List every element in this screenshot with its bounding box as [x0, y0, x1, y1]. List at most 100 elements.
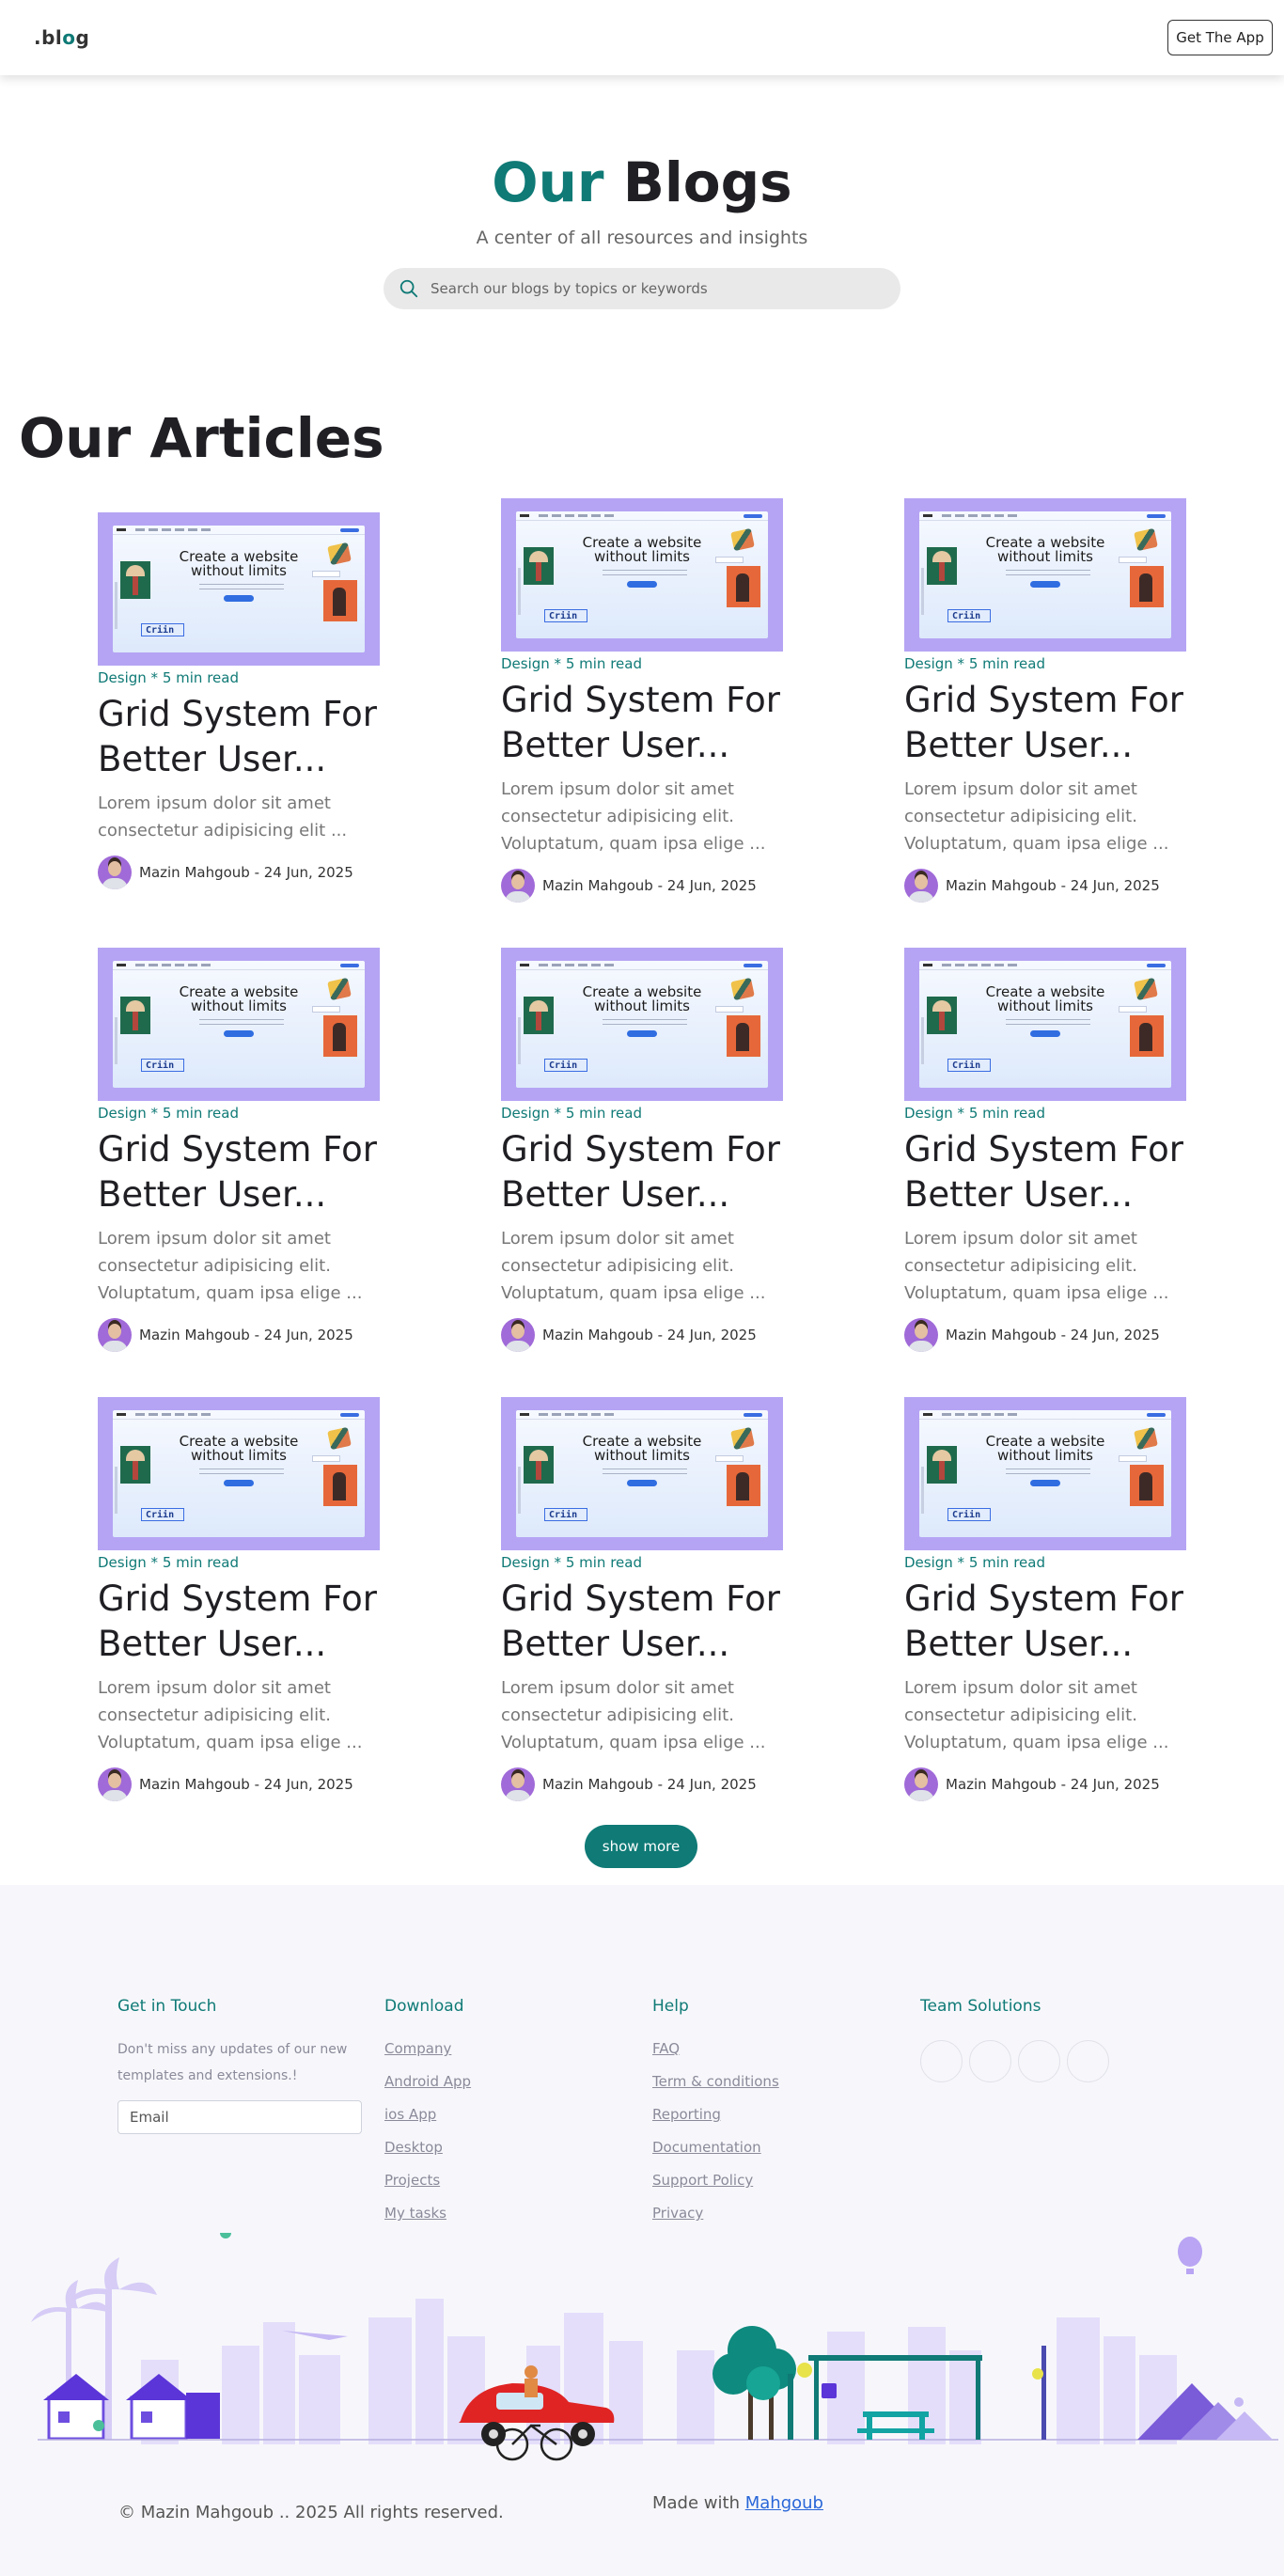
- thumbnail-divider: [518, 568, 521, 615]
- article-category[interactable]: Design * 5 min read: [904, 655, 1186, 672]
- social-icon[interactable]: [1067, 2040, 1109, 2082]
- article-card[interactable]: Create a website without limits Criin Desi…: [904, 1397, 1186, 1801]
- article-card[interactable]: Create a website without limits Criin Desi…: [501, 948, 783, 1352]
- avatar: [98, 1318, 132, 1352]
- made-with-prefix: Made with: [652, 2493, 740, 2513]
- article-category[interactable]: Design * 5 min read: [501, 655, 783, 672]
- thumbnail-image: [927, 1446, 957, 1484]
- author-date: Mazin Mahgoub - 24 Jun, 2025: [139, 1776, 353, 1793]
- article-title[interactable]: Grid System For Better User...: [904, 1127, 1186, 1217]
- article-thumbnail[interactable]: Create a website without limits Criin: [501, 498, 783, 652]
- thumbnail-portrait: [1130, 1015, 1164, 1057]
- logo[interactable]: .blog: [34, 26, 89, 49]
- article-thumbnail[interactable]: Create a website without limits Criin: [98, 1397, 380, 1550]
- thumbnail-tiles: [1134, 1426, 1158, 1451]
- article-card[interactable]: Create a website without limits Criin Desi…: [904, 948, 1186, 1352]
- article-thumbnail[interactable]: Create a website without limits Criin: [98, 512, 380, 666]
- download-link[interactable]: Desktop: [384, 2139, 471, 2172]
- article-thumbnail[interactable]: Create a website without limits Criin: [904, 498, 1186, 652]
- avatar: [501, 1318, 535, 1352]
- help-link[interactable]: Support Policy: [652, 2172, 779, 2205]
- show-more-button[interactable]: show more: [585, 1825, 697, 1868]
- author-date: Mazin Mahgoub - 24 Jun, 2025: [542, 877, 757, 894]
- article-category[interactable]: Design * 5 min read: [98, 1554, 380, 1571]
- download-link[interactable]: Company: [384, 2040, 471, 2073]
- article-card[interactable]: Create a website without limits Criin Desi…: [904, 498, 1186, 903]
- article-author: Mazin Mahgoub - 24 Jun, 2025: [501, 1318, 783, 1352]
- thumbnail-badge-text: Criin: [549, 1510, 578, 1520]
- thumbnail-tag: [1119, 557, 1147, 563]
- social-icon[interactable]: [920, 2040, 963, 2082]
- thumbnail-headline: Create a website without limits: [179, 983, 299, 1014]
- newsletter-text: Don't miss any updates of our new templa…: [117, 2042, 348, 2083]
- article-card[interactable]: Create a website without limits Criin Desi…: [98, 1397, 380, 1801]
- article-category[interactable]: Design * 5 min read: [904, 1105, 1186, 1122]
- search-input[interactable]: Search our blogs by topics or keywords: [384, 268, 900, 309]
- article-thumbnail[interactable]: Create a website without limits Criin: [904, 948, 1186, 1101]
- article-card[interactable]: Create a website without limits Criin Desi…: [98, 948, 380, 1352]
- thumbnail-tag: [1119, 1455, 1147, 1462]
- page-title: Our Blogs: [0, 150, 1284, 214]
- download-link[interactable]: ios App: [384, 2106, 471, 2139]
- article-title[interactable]: Grid System For Better User...: [501, 678, 783, 768]
- social-icon[interactable]: [969, 2040, 1011, 2082]
- article-category[interactable]: Design * 5 min read: [501, 1105, 783, 1122]
- article-category[interactable]: Design * 5 min read: [904, 1554, 1186, 1571]
- article-thumbnail[interactable]: Create a website without limits Criin: [904, 1397, 1186, 1550]
- logo-suffix: g: [75, 26, 90, 49]
- website-screenshot: Create a website without limits Criin: [919, 1410, 1171, 1537]
- thumbnail-text-lines: [603, 570, 687, 575]
- help-link[interactable]: Reporting: [652, 2106, 779, 2139]
- article-card[interactable]: Create a website without limits Criin Desi…: [98, 512, 380, 889]
- article-category[interactable]: Design * 5 min read: [501, 1554, 783, 1571]
- thumbnail-tiles: [327, 1426, 352, 1451]
- thumbnail-portrait: [323, 580, 357, 621]
- article-category[interactable]: Design * 5 min read: [98, 1105, 380, 1122]
- help-link[interactable]: FAQ: [652, 2040, 779, 2073]
- author-link[interactable]: Mahgoub: [745, 2493, 823, 2513]
- article-card[interactable]: Create a website without limits Criin Desi…: [501, 1397, 783, 1801]
- thumbnail-badge-text: Criin: [146, 1060, 175, 1071]
- get-the-app-button[interactable]: Get The App: [1167, 20, 1273, 55]
- thumbnail-text-lines: [199, 1469, 284, 1474]
- thumbnail-nav: [113, 961, 365, 970]
- article-title[interactable]: Grid System For Better User...: [501, 1577, 783, 1667]
- email-field[interactable]: Email: [117, 2100, 362, 2134]
- thumbnail-text-lines: [199, 1019, 284, 1025]
- thumbnail-badge-text: Criin: [549, 1060, 578, 1071]
- article-title[interactable]: Grid System For Better User...: [98, 1127, 380, 1217]
- article-thumbnail[interactable]: Create a website without limits Criin: [98, 948, 380, 1101]
- footer-get-in-touch: Get in Touch Don't miss any updates of o…: [117, 1997, 362, 2134]
- website-screenshot: Create a website without limits Criin: [919, 961, 1171, 1088]
- help-link[interactable]: Term & conditions: [652, 2073, 779, 2106]
- thumbnail-image: [524, 547, 554, 585]
- article-thumbnail[interactable]: Create a website without limits Criin: [501, 948, 783, 1101]
- thumbnail-tag: [312, 571, 340, 577]
- download-link[interactable]: Projects: [384, 2172, 471, 2205]
- avatar: [904, 1318, 938, 1352]
- thumbnail-nav: [919, 1410, 1171, 1420]
- article-author: Mazin Mahgoub - 24 Jun, 2025: [904, 1767, 1186, 1801]
- article-title[interactable]: Grid System For Better User...: [501, 1127, 783, 1217]
- thumbnail-image: [927, 547, 957, 585]
- thumbnail-portrait: [727, 1015, 760, 1057]
- article-thumbnail[interactable]: Create a website without limits Criin: [501, 1397, 783, 1550]
- thumbnail-nav: [919, 511, 1171, 521]
- thumbnail-portrait: [727, 1465, 760, 1506]
- help-link[interactable]: Documentation: [652, 2139, 779, 2172]
- thumbnail-portrait: [323, 1465, 357, 1506]
- article-title[interactable]: Grid System For Better User...: [904, 678, 1186, 768]
- article-title[interactable]: Grid System For Better User...: [904, 1577, 1186, 1667]
- social-icon[interactable]: [1018, 2040, 1060, 2082]
- article-category[interactable]: Design * 5 min read: [98, 669, 380, 686]
- article-excerpt: Lorem ipsum dolor sit amet consectetur a…: [904, 1229, 1169, 1303]
- thumbnail-tag: [715, 1006, 744, 1013]
- article-card[interactable]: Create a website without limits Criin Desi…: [501, 498, 783, 903]
- article-title[interactable]: Grid System For Better User...: [98, 692, 380, 782]
- search-placeholder: Search our blogs by topics or keywords: [431, 280, 708, 297]
- thumbnail-image: [120, 997, 150, 1034]
- thumbnail-badge: Criin: [947, 609, 991, 622]
- article-title[interactable]: Grid System For Better User...: [98, 1577, 380, 1667]
- download-link[interactable]: Android App: [384, 2073, 471, 2106]
- thumbnail-nav: [516, 1410, 768, 1420]
